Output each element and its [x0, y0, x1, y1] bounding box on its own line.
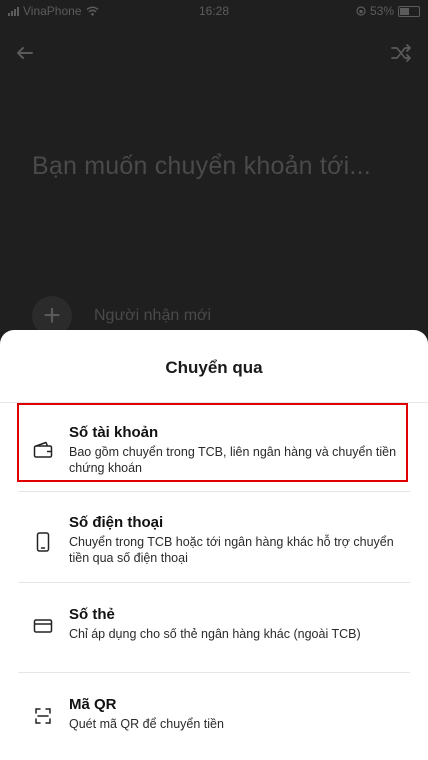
- divider: [18, 582, 410, 583]
- option-description: Quét mã QR để chuyển tiền: [69, 717, 224, 731]
- card-icon: [33, 619, 53, 633]
- option-title: Mã QR: [69, 696, 117, 713]
- sheet-title: Chuyển qua: [165, 358, 263, 377]
- status-bar: VinaPhone 16:28 53%: [0, 0, 428, 22]
- shuffle-icon[interactable]: [388, 40, 414, 66]
- page-heading: Bạn muốn chuyển khoản tới...: [32, 152, 371, 180]
- option-phone-number[interactable]: Số điện thoại Chuyển trong TCB hoặc tới …: [18, 513, 410, 569]
- option-title: Số điện thoại: [69, 514, 164, 531]
- divider: [18, 672, 410, 673]
- option-description: Chuyển trong TCB hoặc tới ngân hàng khác…: [69, 535, 394, 565]
- option-title: Số thẻ: [69, 606, 115, 623]
- option-qr-code[interactable]: Mã QR Quét mã QR để chuyển tiền: [18, 695, 410, 735]
- transfer-method-sheet: Chuyển qua Số tài khoản Bao gồm chuyển t…: [0, 330, 428, 760]
- highlight-box: [17, 403, 408, 482]
- battery-icon: [398, 5, 420, 17]
- divider: [18, 491, 410, 492]
- option-card-number[interactable]: Số thẻ Chỉ áp dụng cho số thẻ ngân hàng …: [18, 605, 410, 645]
- phone-icon: [36, 532, 50, 552]
- option-description: Chỉ áp dụng cho số thẻ ngân hàng khác (n…: [69, 627, 361, 641]
- battery-percent: 53%: [369, 4, 394, 18]
- back-arrow-icon[interactable]: [12, 40, 38, 66]
- orientation-lock-icon: [356, 6, 366, 16]
- status-right: 53%: [356, 4, 420, 18]
- qr-scan-icon: [35, 708, 51, 724]
- new-recipient-label: Người nhận mới: [94, 307, 212, 324]
